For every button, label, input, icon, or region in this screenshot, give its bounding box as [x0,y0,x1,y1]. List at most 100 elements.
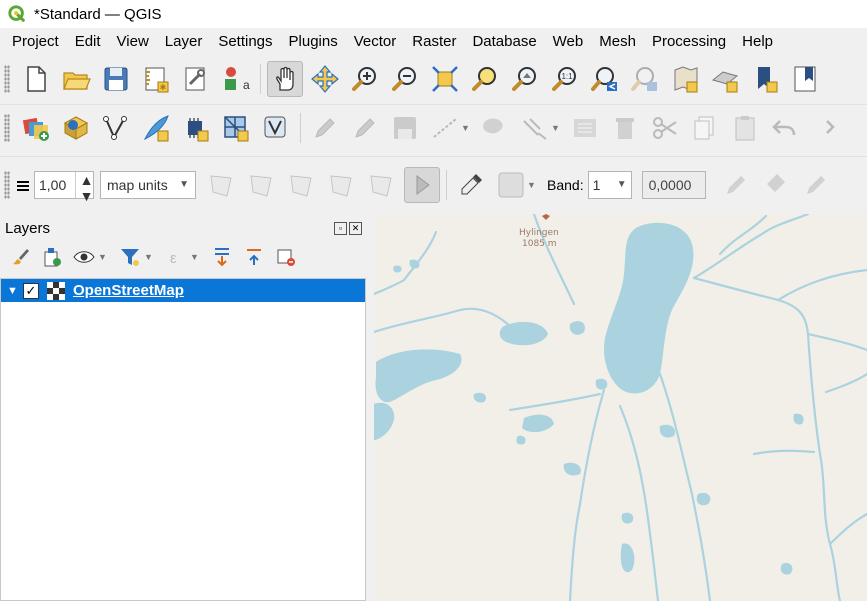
menu-mesh[interactable]: Mesh [591,30,644,54]
add-group-button[interactable] [38,244,66,270]
svg-text:a: a [243,78,250,92]
copy-features-button[interactable] [687,110,723,146]
menu-help[interactable]: Help [734,30,781,54]
new-mesh-layer-button[interactable] [218,110,254,146]
zoom-to-layer-button[interactable] [507,61,543,97]
unit-combobox[interactable]: map units ▼ [100,170,196,199]
unit-value: map units [107,176,168,193]
identify-features-button[interactable] [404,166,440,203]
expand-arrow-icon[interactable]: ▼ [7,285,23,297]
erase-raster-button[interactable] [798,167,834,203]
style-manager-button[interactable]: a [218,61,254,97]
layer-visibility-checkbox[interactable]: ✓ [23,282,39,299]
zoom-native-resolution-button[interactable]: 1:1 [547,61,583,97]
menu-plugins[interactable]: Plugins [281,30,346,54]
zoom-next-button[interactable] [627,61,663,97]
redo-button[interactable] [807,110,837,146]
chevron-down-icon[interactable]: ▼ [144,252,154,262]
new-geopackage-layer-button[interactable] [58,110,94,146]
map-canvas[interactable]: Hylingen 1085 m [374,214,867,601]
float-panel-icon[interactable]: ▫ [334,221,347,235]
new-shapefile-layer-button[interactable] [98,110,134,146]
pan-arrows-icon [311,65,339,93]
menu-processing[interactable]: Processing [644,30,734,54]
select-radius-button[interactable] [284,167,320,203]
cut-features-button[interactable] [647,110,683,146]
toolbar-grip[interactable] [4,113,10,142]
layer-name[interactable]: OpenStreetMap [73,282,184,299]
chevron-down-icon[interactable]: ▼ [98,252,108,262]
layout-manager-button[interactable] [178,61,214,97]
expand-all-button[interactable] [208,244,236,270]
color-swatch-button[interactable] [493,167,529,203]
current-edits-button[interactable] [307,110,343,146]
delete-selected-button[interactable] [607,110,643,146]
paste-features-button[interactable] [727,110,763,146]
chevron-down-icon[interactable]: ▼ [551,123,561,133]
toolbar-grip[interactable] [4,170,10,199]
toolbar-grip[interactable] [4,65,10,93]
band-combobox[interactable]: 1 ▼ [587,170,632,199]
vertex-tool-button[interactable] [517,110,553,146]
remove-layer-button[interactable] [272,244,300,270]
fill-raster-button[interactable] [758,167,794,203]
new-point-cloud-layer-button[interactable] [258,110,294,146]
digitize-raster-button[interactable] [718,167,754,203]
menu-view[interactable]: View [109,30,157,54]
raster-value-field[interactable]: 0,0000 [641,170,706,199]
new-print-layout-button[interactable]: ✱ [138,61,174,97]
geopackage-icon [63,115,89,140]
select-features-button[interactable] [204,167,240,203]
zoom-to-selection-button[interactable] [467,61,503,97]
new-bookmark-button[interactable] [747,61,783,97]
menu-layer[interactable]: Layer [157,30,211,54]
layer-row-openstreetmap[interactable]: ▼ ✓ OpenStreetMap [1,279,365,302]
new-project-button[interactable] [18,61,54,97]
toggle-editing-button[interactable] [347,110,383,146]
zoom-last-button[interactable] [587,61,623,97]
new-map-view-button[interactable] [667,61,703,97]
save-project-button[interactable] [98,61,134,97]
menu-database[interactable]: Database [464,30,544,54]
pan-map-button[interactable] [267,61,303,97]
select-by-value-button[interactable] [324,167,360,203]
menu-edit[interactable]: Edit [67,30,109,54]
menu-settings[interactable]: Settings [210,30,280,54]
scissors-icon [653,116,677,139]
filter-by-expression-button[interactable]: ε [162,244,190,270]
chevron-down-icon[interactable]: ▼ [190,252,200,262]
undo-button[interactable] [767,110,803,146]
menu-raster[interactable]: Raster [404,30,464,54]
menu-project[interactable]: Project [4,30,67,54]
open-data-source-manager-button[interactable] [18,110,54,146]
add-line-feature-button[interactable] [427,110,463,146]
open-project-button[interactable] [58,61,94,97]
menu-vector[interactable]: Vector [346,30,405,54]
chevron-down-icon[interactable]: ▼ [527,180,537,190]
zoom-layer-icon [512,67,536,91]
new-virtual-layer-button[interactable] [178,110,214,146]
pan-to-selection-button[interactable] [307,61,343,97]
zoom-in-button[interactable] [347,61,383,97]
style-panel-button[interactable] [6,244,34,270]
modify-attributes-button[interactable] [567,110,603,146]
filter-legend-button[interactable] [116,244,144,270]
new-scratch-layer-button[interactable] [138,110,174,146]
zoom-out-button[interactable] [387,61,423,97]
manage-visibility-button[interactable] [70,244,98,270]
add-feature-button[interactable] [477,110,513,146]
spinbox-arrows[interactable]: ▲ ▼ [75,171,93,204]
select-freehand-button[interactable] [244,167,280,203]
close-panel-icon[interactable]: ✕ [349,221,362,235]
chevron-down-icon[interactable]: ▼ [461,123,471,133]
panel-splitter[interactable] [366,214,374,601]
new-3d-map-view-button[interactable] [707,61,743,97]
stroke-width-spinbox[interactable]: 1,00 ▲ ▼ [34,170,94,204]
show-bookmarks-button[interactable] [787,61,823,97]
collapse-all-button[interactable] [240,244,268,270]
deselect-button[interactable] [364,167,400,203]
save-layer-edits-button[interactable] [387,110,423,146]
menu-web[interactable]: Web [545,30,592,54]
zoom-full-button[interactable] [427,61,463,97]
color-picker-button[interactable] [453,167,489,203]
